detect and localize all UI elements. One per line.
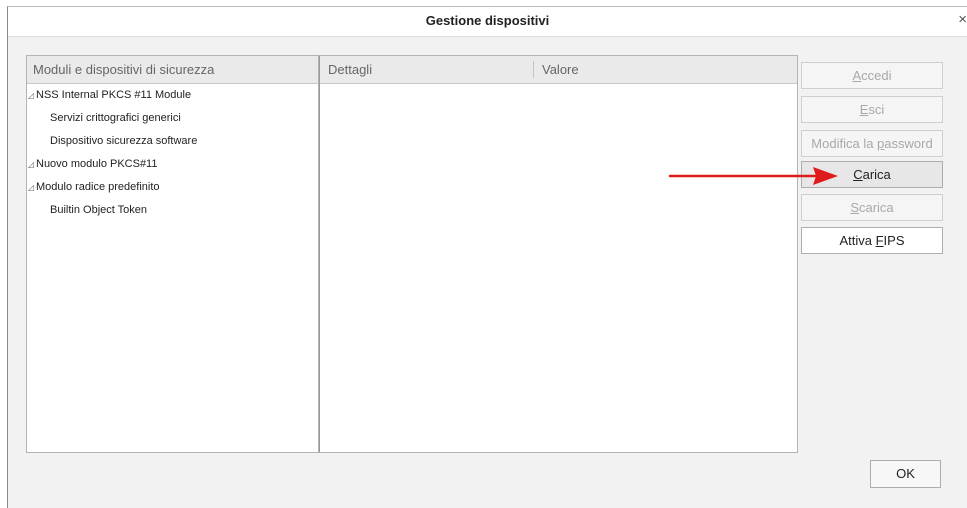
tree-item-software-security-device[interactable]: Dispositivo sicurezza software bbox=[27, 130, 318, 153]
tree-item-generic-crypto-services[interactable]: Servizi crittografici generici bbox=[27, 107, 318, 130]
tree-item-builtin-root-module[interactable]: ◿ Modulo radice predefinito bbox=[27, 176, 318, 199]
enable-fips-button[interactable]: Attiva FIPS bbox=[801, 227, 943, 254]
column-divider[interactable] bbox=[533, 61, 534, 78]
close-icon[interactable]: × bbox=[958, 11, 967, 28]
login-button[interactable]: Accedi bbox=[801, 62, 943, 89]
expanded-twisty-icon[interactable]: ◿ bbox=[28, 85, 35, 107]
column-header-details[interactable]: Dettagli bbox=[328, 56, 372, 83]
tree-item-label: Servizi crittografici generici bbox=[50, 112, 181, 124]
details-table[interactable]: Dettagli Valore bbox=[319, 55, 798, 453]
expanded-twisty-icon[interactable]: ◿ bbox=[28, 154, 35, 176]
tree-item-label: Nuovo modulo PKCS#11 bbox=[36, 158, 158, 170]
tree-item-label: NSS Internal PKCS #11 Module bbox=[36, 89, 192, 101]
tree-item-nss-internal-module[interactable]: ◿ NSS Internal PKCS #11 Module bbox=[27, 84, 318, 107]
tree-items: ◿ NSS Internal PKCS #11 Module Servizi cr… bbox=[27, 84, 318, 222]
red-arrow-annotation bbox=[668, 167, 838, 185]
expanded-twisty-icon[interactable]: ◿ bbox=[28, 177, 35, 199]
ok-button[interactable]: OK bbox=[870, 460, 941, 488]
change-password-button[interactable]: Modifica la password bbox=[801, 130, 943, 157]
dialog-title: Gestione dispositivi bbox=[425, 13, 550, 28]
details-header: Dettagli Valore bbox=[320, 56, 797, 84]
tree-item-label: Dispositivo sicurezza software bbox=[50, 135, 198, 147]
column-header-value[interactable]: Valore bbox=[542, 56, 579, 83]
tree-column-header[interactable]: Moduli e dispositivi di sicurezza bbox=[27, 56, 318, 84]
logout-button[interactable]: Esci bbox=[801, 96, 943, 123]
tree-item-label: Builtin Object Token bbox=[50, 204, 148, 216]
titlebar: Gestione dispositivi × bbox=[8, 7, 967, 37]
tree-item-builtin-object-token[interactable]: Builtin Object Token bbox=[27, 199, 318, 222]
unload-button[interactable]: Scarica bbox=[801, 194, 943, 221]
tree-item-new-pkcs11-module[interactable]: ◿ Nuovo modulo PKCS#11 bbox=[27, 153, 318, 176]
tree-item-label: Modulo radice predefinito bbox=[36, 181, 160, 193]
security-modules-tree[interactable]: Moduli e dispositivi di sicurezza ◿ NSS I… bbox=[26, 55, 319, 453]
